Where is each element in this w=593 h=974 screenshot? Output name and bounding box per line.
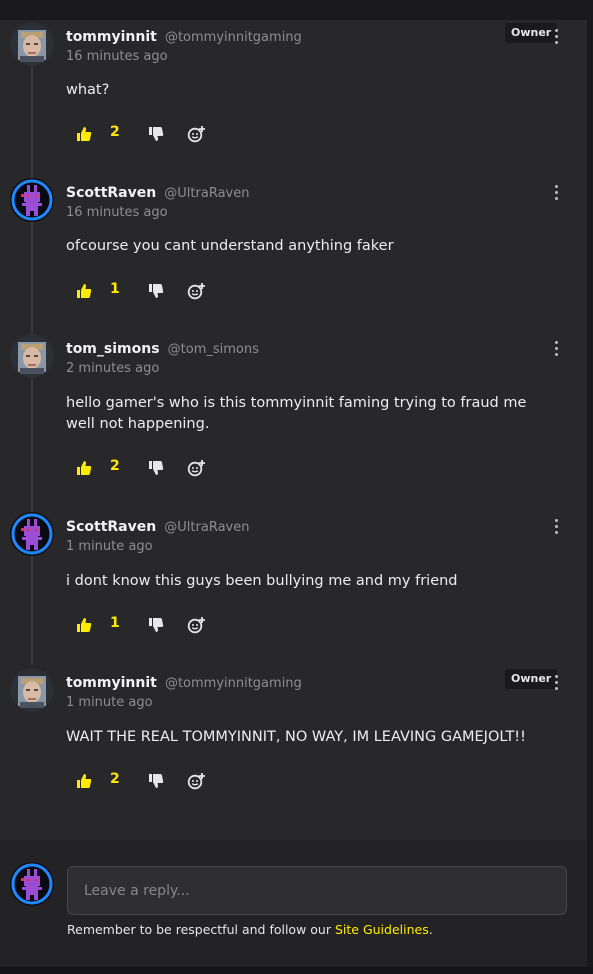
avatar[interactable] <box>10 668 54 712</box>
reply-input[interactable] <box>67 866 567 915</box>
bottom-strip <box>0 967 593 974</box>
add-reaction-button[interactable] <box>187 280 205 302</box>
author-row: tommyinnit @tommyinnitgaming <box>66 672 302 691</box>
comment-actions: 2 <box>76 123 216 145</box>
site-guidelines-link[interactable]: Site Guidelines <box>335 922 429 937</box>
avatar[interactable] <box>10 512 54 556</box>
author-handle: @tom_simons <box>167 342 259 357</box>
add-reaction-icon <box>187 772 205 790</box>
add-reaction-button[interactable] <box>187 457 205 479</box>
guidelines-suffix: . <box>428 922 433 937</box>
like-button[interactable] <box>76 280 92 302</box>
add-reaction-icon <box>187 459 205 477</box>
like-button[interactable] <box>76 770 92 792</box>
more-options-button[interactable] <box>548 516 564 536</box>
comment-text: hello gamer's who is this tommyinnit fam… <box>66 395 527 432</box>
dislike-button[interactable] <box>148 614 164 636</box>
guidelines-note: Remember to be respectful and follow our… <box>67 922 433 937</box>
thumb-up-icon <box>76 617 92 633</box>
author-name[interactable]: ScottRaven <box>66 185 156 201</box>
dislike-button[interactable] <box>148 123 164 145</box>
face-photo-icon <box>10 334 54 378</box>
comment-text: what? <box>66 82 110 98</box>
author-handle: @UltraRaven <box>164 520 250 535</box>
thumb-down-icon <box>148 460 164 476</box>
comments-panel <box>0 20 587 972</box>
avatar[interactable] <box>10 334 54 378</box>
author-row: ScottRaven @UltraRaven <box>66 516 249 535</box>
face-photo-icon <box>10 22 54 66</box>
avatar[interactable] <box>10 178 54 222</box>
current-user-avatar[interactable] <box>10 862 54 906</box>
comment-actions: 1 <box>76 280 216 302</box>
author-row: ScottRaven @UltraRaven <box>66 182 249 201</box>
purple-bunny-icon <box>10 512 54 556</box>
like-count[interactable]: 1 <box>110 615 120 631</box>
thumb-down-icon <box>148 283 164 299</box>
comment-timestamp[interactable]: 2 minutes ago <box>66 361 159 376</box>
add-reaction-icon <box>187 125 205 143</box>
author-row: tommyinnit @tommyinnitgaming <box>66 26 302 45</box>
comment-timestamp[interactable]: 1 minute ago <box>66 539 153 554</box>
comment-text: i dont know this guys been bullying me a… <box>66 573 458 589</box>
like-count[interactable]: 1 <box>110 281 120 297</box>
thumb-up-icon <box>76 283 92 299</box>
like-button[interactable] <box>76 123 92 145</box>
more-options-button[interactable] <box>548 182 564 202</box>
comment-actions: 2 <box>76 457 216 479</box>
avatar[interactable] <box>10 22 54 66</box>
guidelines-prefix: Remember to be respectful and follow our <box>67 922 335 937</box>
add-reaction-icon <box>187 616 205 634</box>
author-row: tom_simons @tom_simons <box>66 338 259 357</box>
more-options-button[interactable] <box>548 338 564 358</box>
thumb-up-icon <box>76 460 92 476</box>
thumb-up-icon <box>76 126 92 142</box>
author-name[interactable]: tom_simons <box>66 341 160 357</box>
author-name[interactable]: ScottRaven <box>66 519 156 535</box>
author-handle: @tommyinnitgaming <box>164 30 302 45</box>
like-count[interactable]: 2 <box>110 458 120 474</box>
top-bar <box>0 0 593 20</box>
like-count[interactable]: 2 <box>110 771 120 787</box>
like-count[interactable]: 2 <box>110 124 120 140</box>
comment-timestamp[interactable]: 1 minute ago <box>66 695 153 710</box>
author-name[interactable]: tommyinnit <box>66 29 157 45</box>
author-name[interactable]: tommyinnit <box>66 675 157 691</box>
like-button[interactable] <box>76 614 92 636</box>
comment-text: WAIT THE REAL TOMMYINNIT, NO WAY, IM LEA… <box>66 729 526 745</box>
thumb-up-icon <box>76 773 92 789</box>
thumb-down-icon <box>148 126 164 142</box>
purple-bunny-icon <box>10 862 54 906</box>
add-reaction-icon <box>187 282 205 300</box>
dislike-button[interactable] <box>148 457 164 479</box>
dislike-button[interactable] <box>148 280 164 302</box>
add-reaction-button[interactable] <box>187 614 205 636</box>
scrollbar-track <box>587 20 593 974</box>
add-reaction-button[interactable] <box>187 123 205 145</box>
comment-text: ofcourse you cant understand anything fa… <box>66 238 394 254</box>
more-options-button[interactable] <box>548 672 564 692</box>
comment-timestamp[interactable]: 16 minutes ago <box>66 49 168 64</box>
more-options-button[interactable] <box>548 26 564 46</box>
dislike-button[interactable] <box>148 770 164 792</box>
comment-actions: 2 <box>76 770 216 792</box>
author-handle: @UltraRaven <box>164 186 250 201</box>
comment-timestamp[interactable]: 16 minutes ago <box>66 205 168 220</box>
thumb-down-icon <box>148 773 164 789</box>
thumb-down-icon <box>148 617 164 633</box>
like-button[interactable] <box>76 457 92 479</box>
purple-bunny-icon <box>10 178 54 222</box>
author-handle: @tommyinnitgaming <box>164 676 302 691</box>
face-photo-icon <box>10 668 54 712</box>
add-reaction-button[interactable] <box>187 770 205 792</box>
comment-actions: 1 <box>76 614 216 636</box>
